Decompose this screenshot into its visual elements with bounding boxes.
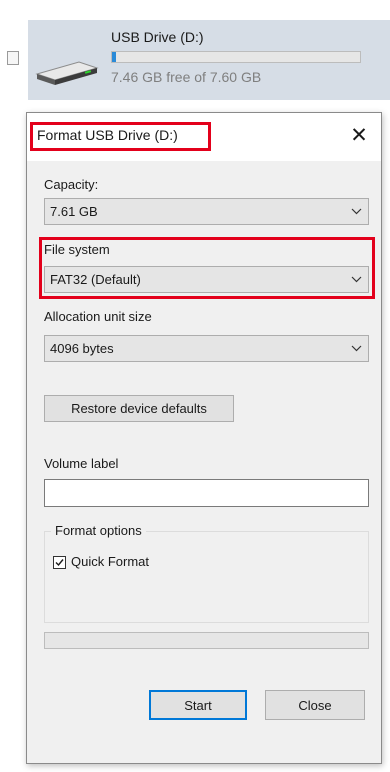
chevron-down-icon <box>351 208 362 215</box>
format-options-label: Format options <box>51 523 146 538</box>
restore-device-defaults-button[interactable]: Restore device defaults <box>44 395 234 422</box>
explorer-background: USB Drive (D:) 7.46 GB free of 7.60 GB <box>0 0 390 120</box>
drive-name: USB Drive (D:) <box>111 29 204 45</box>
item-checkbox[interactable] <box>7 51 19 65</box>
format-dialog: Format USB Drive (D:) ✕ Capacity: 7.61 G… <box>26 112 382 764</box>
file-system-highlight-box <box>39 237 375 299</box>
volume-label-label: Volume label <box>44 456 119 471</box>
allocation-unit-label: Allocation unit size <box>44 309 152 324</box>
checkmark-icon <box>55 559 64 567</box>
capacity-label: Capacity: <box>44 177 99 192</box>
usb-drive-icon <box>35 61 99 85</box>
dialog-titlebar[interactable]: Format USB Drive (D:) ✕ <box>27 113 381 161</box>
start-button[interactable]: Start <box>149 690 247 720</box>
allocation-unit-value: 4096 bytes <box>50 341 114 356</box>
capacity-value: 7.61 GB <box>50 204 98 219</box>
title-highlight-box <box>30 122 211 151</box>
quick-format-checkbox[interactable] <box>53 556 66 569</box>
close-icon[interactable]: ✕ <box>349 125 369 146</box>
drive-free-space: 7.46 GB free of 7.60 GB <box>111 69 262 85</box>
capacity-dropdown[interactable]: 7.61 GB <box>44 198 369 225</box>
chevron-down-icon <box>351 345 362 352</box>
format-options-group <box>44 531 369 623</box>
close-button[interactable]: Close <box>265 690 365 720</box>
drive-usage-bar <box>111 51 361 63</box>
volume-label-input[interactable] <box>44 479 369 507</box>
allocation-unit-dropdown[interactable]: 4096 bytes <box>44 335 369 362</box>
format-progress-bar <box>44 632 369 649</box>
drive-usage-fill <box>112 52 117 62</box>
quick-format-label: Quick Format <box>71 554 150 569</box>
